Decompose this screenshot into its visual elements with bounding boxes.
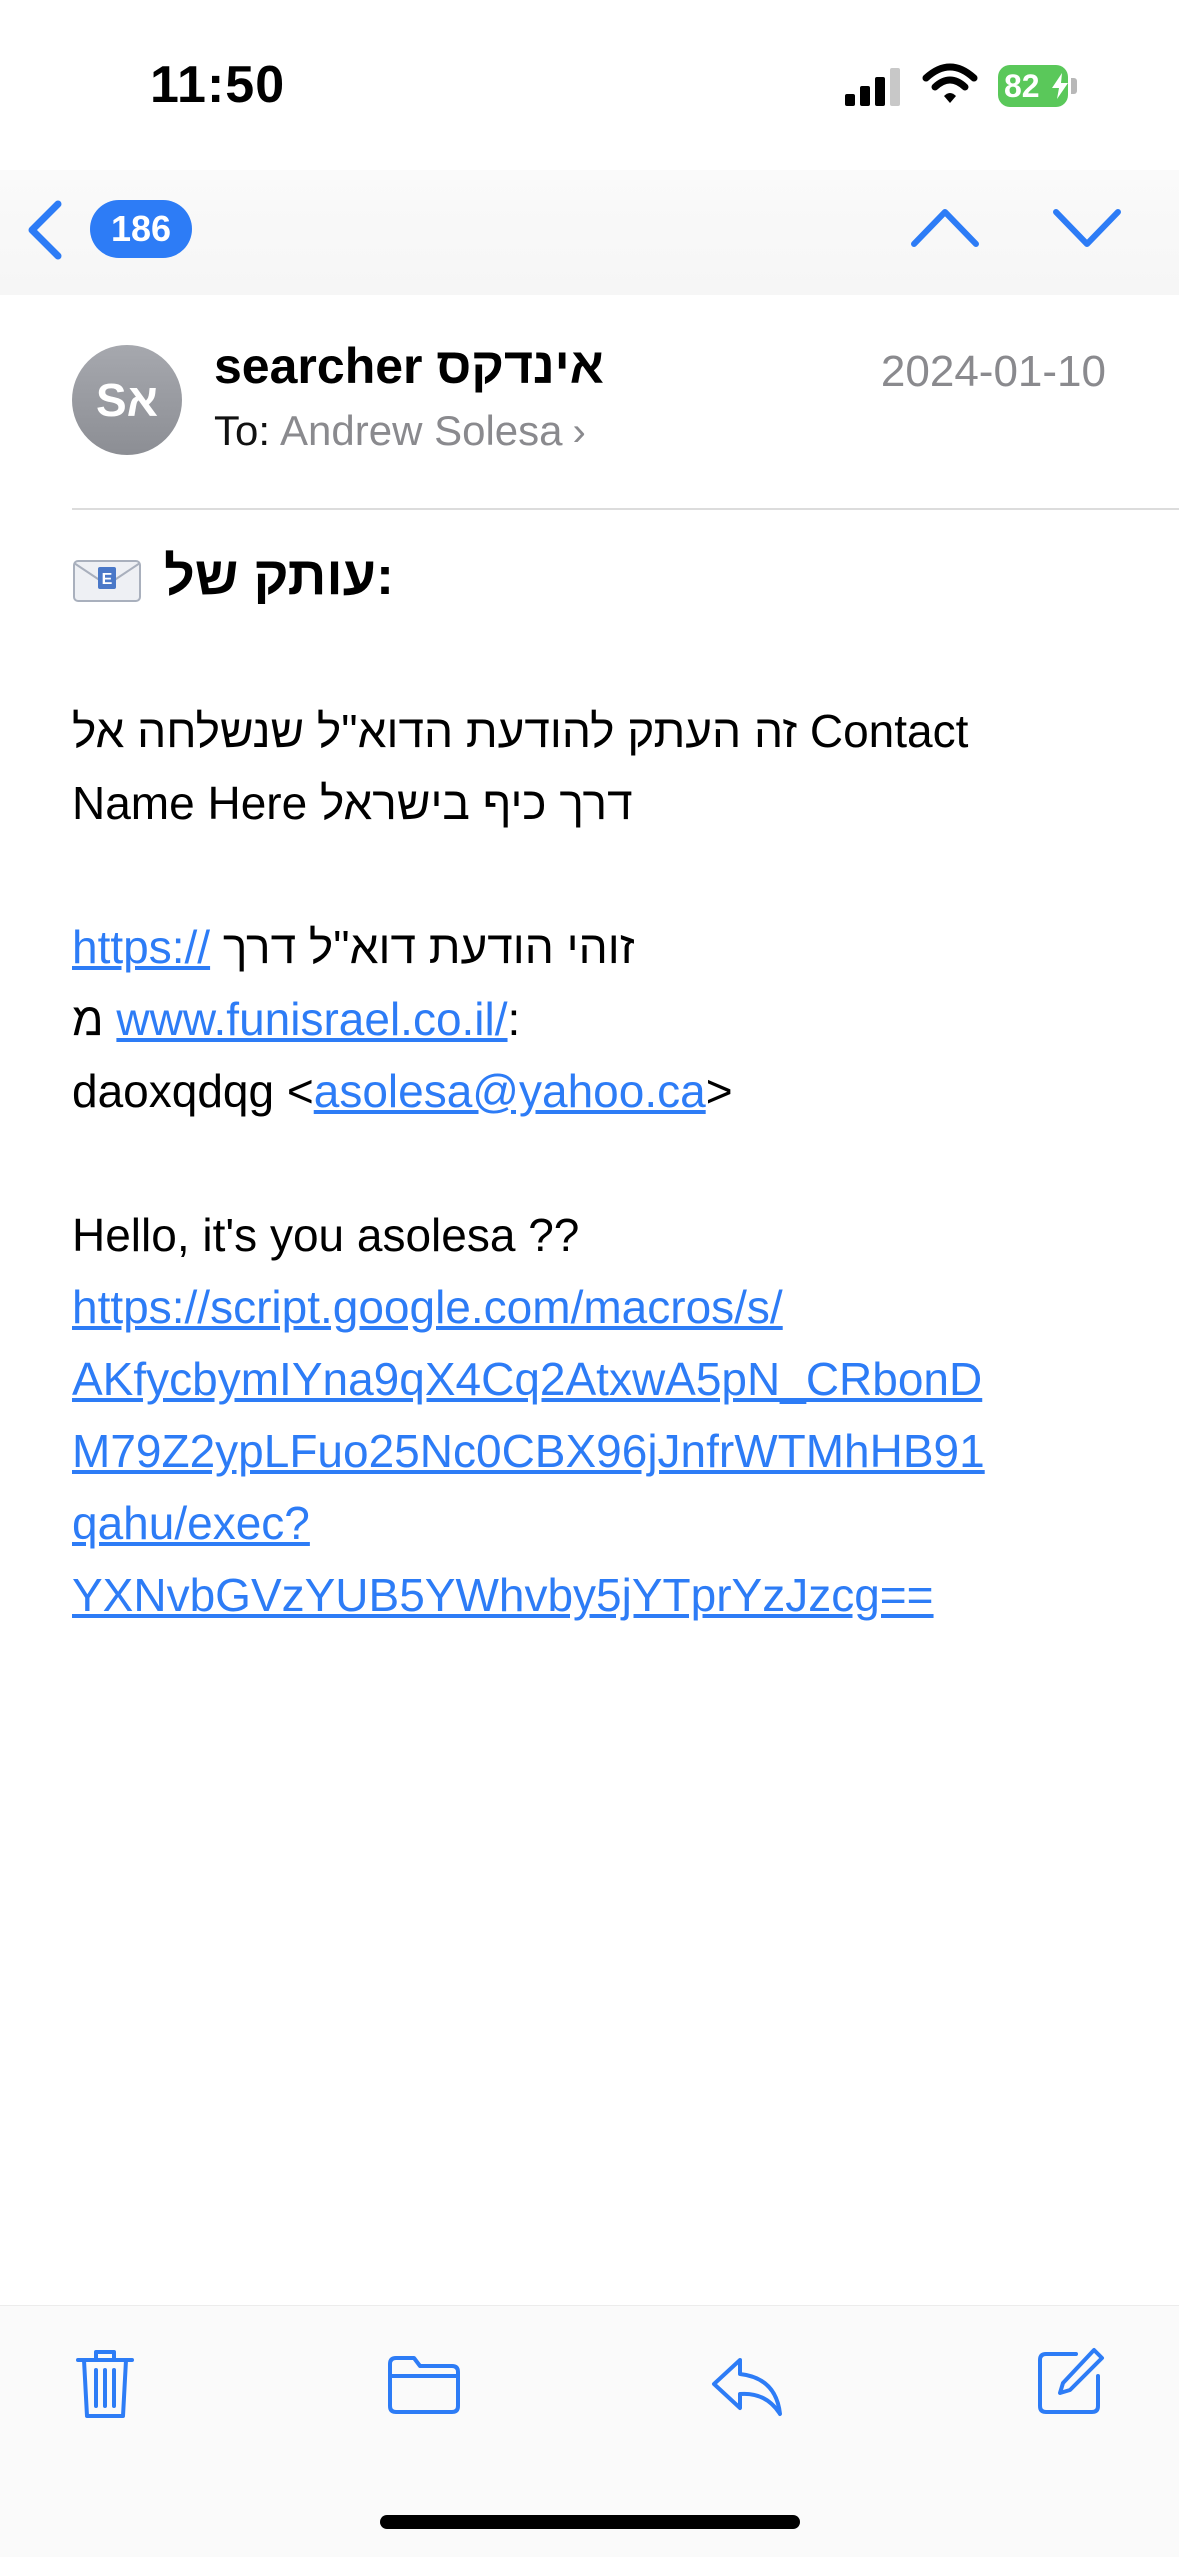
battery-charging-icon: 82 <box>998 65 1077 107</box>
body-link[interactable]: AKfycbymIYna9qX4Cq2AtxwA5pN_CRbonD <box>72 1353 982 1405</box>
compose-icon[interactable] <box>1036 2346 1106 2416</box>
home-indicator[interactable] <box>380 2515 800 2529</box>
body-line: daoxqdqg <asolesa@yahoo.ca> <box>72 1065 733 1117</box>
sender-name[interactable]: searcher אינדקס <box>214 337 604 395</box>
body-link[interactable]: https://script.google.com/macros/s/ <box>72 1281 783 1333</box>
message-date: 2024-01-10 <box>880 347 1106 396</box>
body-line: זה העתק להודעת הדוא"ל שנשלחה אל Contact <box>72 705 969 757</box>
body-link[interactable]: qahu/exec? <box>72 1497 310 1549</box>
to-label: To: <box>214 407 271 454</box>
cellular-signal-icon <box>845 68 900 106</box>
message-subject: E עותק של: <box>72 545 1112 625</box>
chevron-down-icon[interactable] <box>1052 202 1122 252</box>
folder-icon[interactable] <box>386 2354 462 2416</box>
chevron-right-icon[interactable]: › <box>573 410 586 454</box>
body-link[interactable]: www.funisrael.co.il/ <box>116 993 507 1045</box>
body-line: מ www.funisrael.co.il/: <box>72 993 521 1045</box>
wifi-icon <box>922 63 978 103</box>
message-body: זה העתק להודעת הדוא"ל שנשלחה אל Contact … <box>72 695 1122 1631</box>
body-link[interactable]: M79Z2ypLFuo25Nc0CBX96jJnfrWTMhHB91 <box>72 1425 985 1477</box>
recipient-row[interactable]: To: Andrew Solesa › <box>214 407 586 455</box>
trash-icon[interactable] <box>74 2346 136 2422</box>
body-link[interactable]: YXNvbGVzYUB5YWhvby5jYTprYzJzcg== <box>72 1569 934 1621</box>
body-line: Hello, it's you asolesa ?? <box>72 1209 580 1261</box>
recipient-name[interactable]: Andrew Solesa <box>280 407 563 454</box>
chevron-up-icon[interactable] <box>910 202 980 252</box>
svg-text:E: E <box>102 571 113 588</box>
status-bar: 11:50 82 <box>0 0 1179 170</box>
chevron-left-icon[interactable] <box>22 198 72 262</box>
nav-bar: 186 <box>0 170 1179 295</box>
battery-percent: 82 <box>1004 68 1040 104</box>
message-header: Sא searcher אינדקס To: Andrew Solesa › 202… <box>0 295 1179 510</box>
header-divider <box>72 508 1179 510</box>
reply-icon[interactable] <box>710 2354 784 2418</box>
sender-avatar[interactable]: Sא <box>72 345 182 455</box>
envelope-icon: E <box>73 559 141 602</box>
body-link[interactable]: https:// <box>72 921 210 973</box>
script-link[interactable]: https://script.google.com/macros/s/ AKfy… <box>72 1271 1122 1631</box>
subject-text: עותק של: <box>164 546 395 606</box>
body-line: https:// זוהי הודעת דוא"ל דרך <box>72 921 635 973</box>
email-link[interactable]: asolesa@yahoo.ca <box>314 1065 706 1117</box>
body-line: Name Here דרך כיף בישראל <box>72 777 633 829</box>
unread-count-badge[interactable]: 186 <box>90 200 192 258</box>
status-time: 11:50 <box>150 56 286 114</box>
